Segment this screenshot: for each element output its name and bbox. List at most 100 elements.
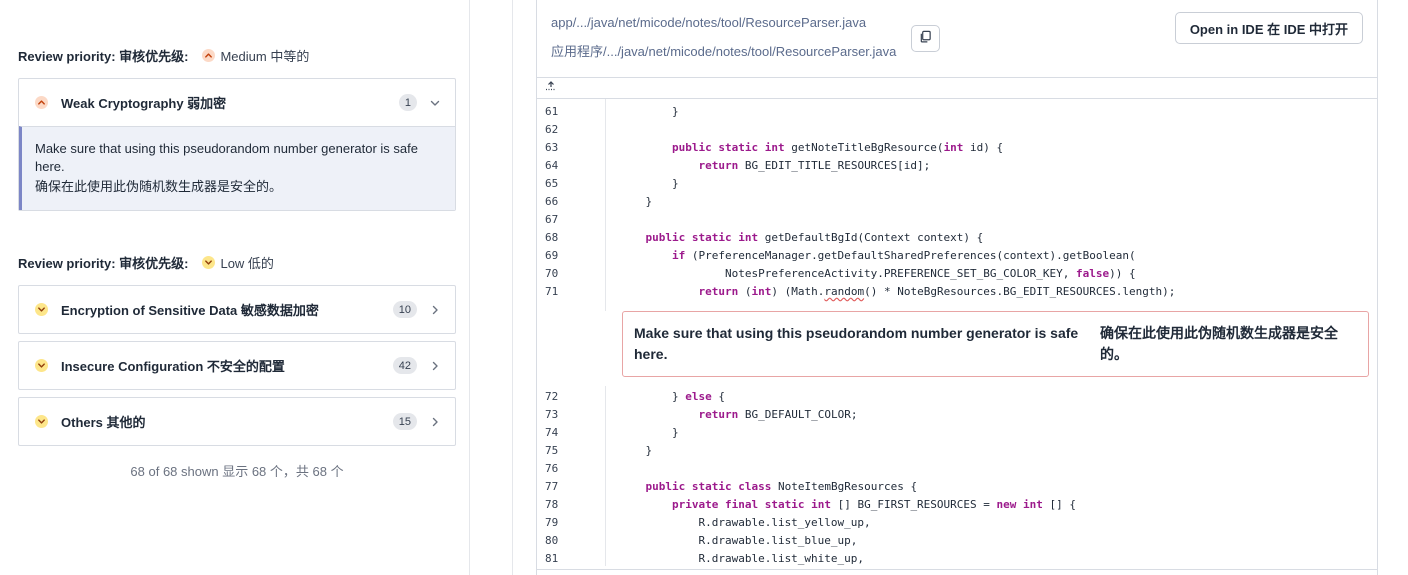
- inline-issue-box[interactable]: Make sure that using this pseudorandom n…: [622, 311, 1369, 377]
- code-text: }: [619, 444, 653, 457]
- code-text: R.drawable.list_yellow_up,: [619, 516, 871, 529]
- code-text: public static int getNoteTitleBgResource…: [671, 141, 1004, 154]
- code-viewer: app/.../java/net/micode/notes/tool/Resou…: [536, 0, 1378, 575]
- code-line: 68 public static int getDefaultBgId(Cont…: [537, 229, 1377, 247]
- chevron-right-icon[interactable]: [429, 360, 441, 372]
- priority-badge-medium: Medium 中等的: [202, 46, 309, 65]
- inline-issue-message-en: Make sure that using this pseudorandom n…: [634, 325, 1079, 362]
- code-line: 81 R.drawable.list_white_up,: [537, 550, 1377, 568]
- code-line: 75 }: [537, 442, 1377, 460]
- issue-title: Encryption of Sensitive Data 敏感数据加密: [61, 303, 319, 318]
- line-number: 64: [545, 159, 559, 172]
- code-line: 64 return BG_EDIT_TITLE_RESOURCES[id];: [537, 157, 1377, 175]
- code-line: 72 } else {: [537, 388, 1377, 406]
- code-bottom-border: [537, 569, 1377, 570]
- code-line: 78 private final static int [] BG_FIRST_…: [537, 496, 1377, 514]
- copy-icon: [919, 30, 932, 48]
- chevron-up-icon: [202, 49, 216, 62]
- line-number: 68: [545, 231, 559, 244]
- code-line: 80 R.drawable.list_blue_up,: [537, 532, 1377, 550]
- priority-value: Low 低的: [220, 256, 274, 271]
- code-text: }: [619, 105, 679, 118]
- code-line: 70 NotesPreferenceActivity.PREFERENCE_SE…: [537, 265, 1377, 283]
- code-line: 67: [537, 211, 1377, 229]
- priority-header-low: Review priority: 审核优先级: Low 低的: [18, 253, 274, 272]
- issue-header-weak-cryptography[interactable]: Weak Cryptography 弱加密 1: [19, 79, 455, 126]
- issue-header-insecure-configuration[interactable]: Insecure Configuration 不安全的配置 42: [19, 342, 455, 389]
- line-number: 71: [545, 285, 559, 298]
- line-number: 66: [545, 195, 559, 208]
- code-line: 62: [537, 121, 1377, 139]
- code-text: R.drawable.list_blue_up,: [619, 534, 858, 547]
- code-text: }: [619, 426, 679, 439]
- issue-card-others[interactable]: Others 其他的 15: [18, 397, 456, 446]
- code-text: }: [619, 177, 679, 190]
- file-path-translated: 应用程序/.../java/net/micode/notes/tool/Reso…: [551, 44, 897, 59]
- priority-badge-low: Low 低的: [202, 253, 274, 272]
- issue-title: Others 其他的: [61, 415, 146, 430]
- issue-title: Weak Cryptography 弱加密: [61, 96, 227, 111]
- expand-lines-row[interactable]: [537, 78, 1377, 99]
- code-line: 79 R.drawable.list_yellow_up,: [537, 514, 1377, 532]
- issue-card-encryption[interactable]: Encryption of Sensitive Data 敏感数据加密 10: [18, 285, 456, 334]
- expand-up-icon[interactable]: [545, 81, 557, 94]
- line-number: 63: [545, 141, 559, 154]
- line-number: 69: [545, 249, 559, 262]
- shown-count: 68 of 68 shown 显示 68 个，共 68 个: [130, 464, 344, 479]
- issues-panel: Review priority: 审核优先级: Medium 中等的 Weak …: [0, 0, 470, 575]
- line-number: 67: [545, 213, 559, 226]
- line-number: 78: [545, 498, 559, 511]
- code-line: 63 public static int getNoteTitleBgResou…: [537, 139, 1377, 157]
- line-number: 80: [545, 534, 559, 547]
- code-text: R.drawable.list_white_up,: [619, 552, 865, 565]
- issue-card-insecure-configuration[interactable]: Insecure Configuration 不安全的配置 42: [18, 341, 456, 390]
- issue-count-badge: 10: [392, 301, 417, 318]
- issue-count-badge: 1: [398, 94, 417, 111]
- issue-count-badge: 42: [392, 357, 417, 374]
- chevron-down-icon: [35, 359, 48, 372]
- panel-divider[interactable]: [469, 0, 470, 575]
- issue-header-others[interactable]: Others 其他的 15: [19, 398, 455, 445]
- file-header: app/.../java/net/micode/notes/tool/Resou…: [537, 0, 1377, 78]
- file-path: app/.../java/net/micode/notes/tool/Resou…: [551, 15, 867, 30]
- issue-header-encryption[interactable]: Encryption of Sensitive Data 敏感数据加密 10: [19, 286, 455, 333]
- priority-label: Review priority: 审核优先级:: [18, 49, 189, 64]
- line-number: 61: [545, 105, 559, 118]
- line-number: 62: [545, 123, 559, 136]
- code-line: 66 }: [537, 193, 1377, 211]
- line-number: 76: [545, 462, 559, 475]
- line-number: 81: [545, 552, 559, 565]
- issue-message-en: Make sure that using this pseudorandom n…: [35, 141, 418, 174]
- code-line: 71 return (int) (Math.random() * NoteBgR…: [537, 283, 1377, 301]
- priority-label: Review priority: 审核优先级:: [18, 256, 189, 271]
- line-number: 79: [545, 516, 559, 529]
- chevron-down-icon: [35, 415, 48, 428]
- code-text: return BG_EDIT_TITLE_RESOURCES[id];: [698, 159, 931, 172]
- line-number: 65: [545, 177, 559, 190]
- chevron-right-icon[interactable]: [429, 416, 441, 428]
- issue-message-zh: 确保在此使用此伪随机数生成器是安全的。: [35, 179, 283, 194]
- code-text: } else {: [619, 390, 725, 403]
- chevron-right-icon[interactable]: [429, 304, 441, 316]
- open-in-ide-button[interactable]: Open in IDE 在 IDE 中打开: [1174, 12, 1363, 44]
- line-number: 75: [545, 444, 559, 457]
- code-text: NotesPreferenceActivity.PREFERENCE_SET_B…: [619, 267, 1136, 280]
- priority-value: Medium 中等的: [220, 49, 310, 64]
- issue-title: Insecure Configuration 不安全的配置: [61, 359, 285, 374]
- inline-issue-message-zh: 确保在此使用此伪随机数生成器是安全的。: [1100, 325, 1338, 362]
- chevron-down-icon: [35, 303, 48, 316]
- chevron-down-icon: [202, 256, 216, 269]
- chevron-down-icon[interactable]: [429, 97, 441, 109]
- code-line: 69 if (PreferenceManager.getDefaultShare…: [537, 247, 1377, 265]
- line-number: 72: [545, 390, 559, 403]
- copy-path-button[interactable]: [911, 25, 940, 52]
- code-text: }: [619, 195, 653, 208]
- line-number: 74: [545, 426, 559, 439]
- issue-item-selected[interactable]: Make sure that using this pseudorandom n…: [19, 126, 455, 210]
- code-text: public static class NoteItemBgResources …: [645, 480, 918, 493]
- line-number: 77: [545, 480, 559, 493]
- priority-header-medium: Review priority: 审核优先级: Medium 中等的: [18, 46, 309, 65]
- code-line: 77 public static class NoteItemBgResourc…: [537, 478, 1377, 496]
- code-text: public static int getDefaultBgId(Context…: [645, 231, 984, 244]
- code-text: return (int) (Math.random() * NoteBgReso…: [698, 285, 1176, 298]
